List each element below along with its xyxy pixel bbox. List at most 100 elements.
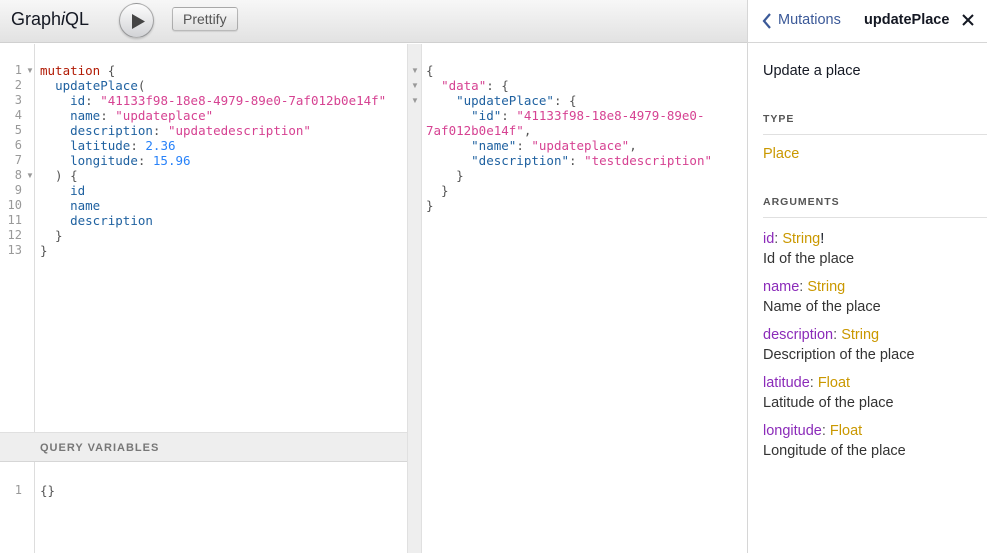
fold-marker-icon[interactable]: ▼ — [26, 168, 34, 183]
execute-query-button[interactable] — [119, 3, 154, 38]
argument-name[interactable]: latitude — [763, 375, 810, 391]
code-token: ( — [137, 78, 146, 93]
type-section-title: TYPE — [763, 113, 987, 135]
field-description: Update a place — [763, 63, 861, 79]
code-token: } — [426, 168, 464, 183]
code-line: "description": "testdescription" — [426, 153, 712, 168]
editor-result-divider[interactable]: ▼ ▼ ▼ — [407, 44, 422, 553]
argument-name[interactable]: id — [763, 231, 774, 247]
variables-content: {} — [40, 483, 56, 498]
argument-description: Name of the place — [763, 299, 881, 315]
code-token: 7af012b0e14f" — [426, 123, 524, 138]
argument-id: id: String! — [763, 231, 824, 247]
argument-description: Description of the place — [763, 347, 915, 363]
fold-marker-icon[interactable]: ▼ — [26, 63, 34, 78]
code-token: } — [426, 198, 434, 213]
code-token: : { — [553, 93, 577, 108]
line-number: 3 — [14, 93, 22, 107]
code-token: "updateplace" — [531, 138, 630, 153]
argument-type-link[interactable]: String — [782, 231, 820, 247]
argument-colon: : — [821, 423, 830, 439]
fold-marker-icon[interactable]: ▼ — [411, 63, 419, 78]
code-line: "updatePlace": { — [426, 93, 577, 108]
code-token: "id" — [471, 108, 502, 123]
argument-longitude: longitude: Float — [763, 423, 862, 439]
line-number: 13 — [7, 243, 22, 257]
query-editor[interactable]: 1 mutation {2 updatePlace(3 id: "41133f98… — [0, 44, 407, 432]
argument-type-link[interactable]: String — [841, 327, 879, 343]
code-token: id — [70, 183, 86, 198]
argument-type-link[interactable]: String — [807, 279, 845, 295]
code-token: "data" — [441, 78, 487, 93]
code-line: } — [40, 228, 63, 243]
code-token: 15.96 — [152, 153, 191, 168]
line-number: 7 — [14, 153, 22, 167]
argument-latitude: latitude: Float — [763, 375, 850, 391]
line-number: 11 — [7, 213, 22, 227]
line-number: 4 — [14, 108, 22, 122]
query-variables-editor[interactable]: 1 {} — [0, 462, 407, 553]
return-type-link[interactable]: Place — [763, 146, 799, 162]
code-token: "testdescription" — [584, 153, 712, 168]
code-token: "updateplace" — [115, 108, 214, 123]
code-line: description: "updatedescription" — [40, 123, 311, 138]
toolbar: GraphiQL Prettify — [0, 0, 747, 43]
variables-gutter — [0, 462, 35, 553]
code-token: "41133f98-18e8-4979-89e0- — [516, 108, 705, 123]
code-token: longitude — [70, 153, 138, 168]
code-line: } — [40, 243, 48, 258]
code-token: : — [85, 93, 101, 108]
chevron-left-icon — [762, 13, 771, 29]
argument-name: name: String — [763, 279, 845, 295]
code-token: ) { — [40, 168, 78, 183]
line-number: 1 — [14, 483, 22, 497]
line-number: 8 — [14, 168, 22, 182]
code-line: 7af012b0e14f", — [426, 123, 531, 138]
code-token: , — [629, 138, 637, 153]
fold-marker-icon[interactable]: ▼ — [411, 93, 419, 108]
code-line: } — [426, 168, 464, 183]
code-line: ) { — [40, 168, 78, 183]
code-token: "description" — [471, 153, 569, 168]
argument-name[interactable]: longitude — [763, 423, 822, 439]
docs-explorer: Mutations updatePlace Update a place TYP… — [747, 0, 987, 553]
docs-header: Mutations updatePlace — [748, 0, 987, 43]
code-line: longitude: 15.96 — [40, 153, 191, 168]
prettify-button[interactable]: Prettify — [172, 7, 238, 31]
code-line: name — [40, 198, 100, 213]
code-line: description — [40, 213, 153, 228]
argument-type-link[interactable]: Float — [830, 423, 862, 439]
code-token: : — [516, 138, 532, 153]
result-pane: { "data": { "updatePlace": { "id": "4113… — [422, 44, 747, 553]
argument-name[interactable]: name — [763, 279, 799, 295]
argument-description: Longitude of the place — [763, 443, 906, 459]
back-to-mutations-link[interactable]: Mutations — [762, 12, 841, 29]
code-token: } — [426, 183, 449, 198]
fold-marker-icon[interactable]: ▼ — [411, 78, 419, 93]
code-token: "name" — [471, 138, 517, 153]
line-number: 2 — [14, 78, 22, 92]
argument-name[interactable]: description — [763, 327, 833, 343]
query-variables-header[interactable]: QUERY VARIABLES — [0, 432, 407, 462]
line-number: 10 — [7, 198, 22, 212]
argument-colon: : — [809, 375, 818, 391]
close-icon[interactable] — [962, 14, 974, 26]
code-line: updatePlace( — [40, 78, 145, 93]
argument-type-link[interactable]: Float — [818, 375, 850, 391]
graphiql-logo: GraphiQL — [11, 9, 90, 29]
line-number: 6 — [14, 138, 22, 152]
argument-required-marker: ! — [820, 231, 825, 247]
code-token: : — [137, 153, 153, 168]
